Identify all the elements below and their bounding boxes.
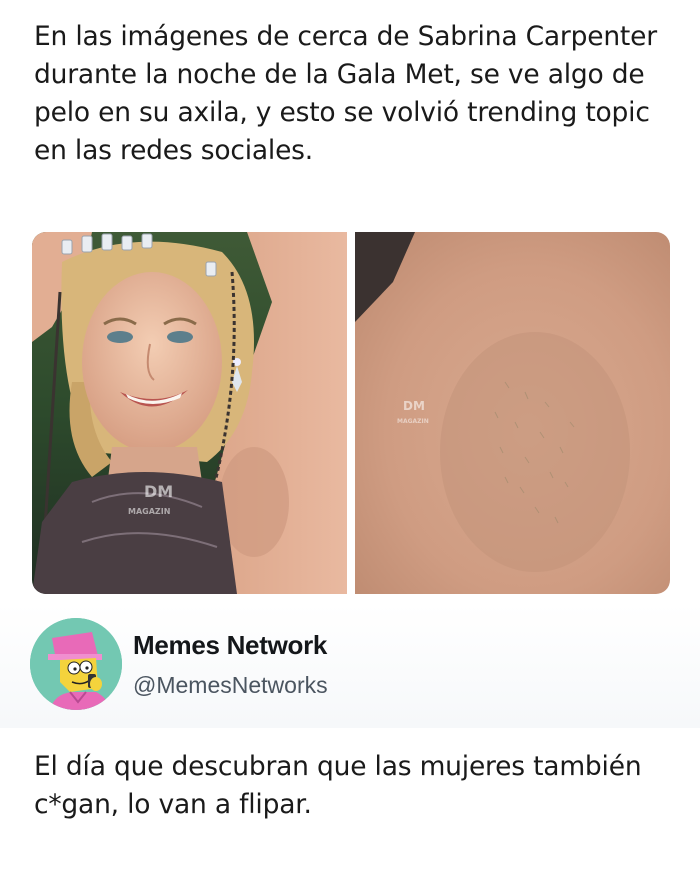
closeup-photo-face[interactable]: DM MAGAZIN (32, 232, 347, 594)
photo-collage[interactable]: DM MAGAZIN DM MAGAZIN (32, 232, 670, 594)
watermark-name-right: MAGAZIN (397, 418, 429, 425)
watermark-logo-right: DM (403, 399, 425, 413)
display-name[interactable]: Memes Network (133, 630, 327, 661)
watermark-logo: DM (144, 482, 173, 501)
avatar[interactable] (30, 618, 122, 710)
tweet-text: El día que descubran que las mujeres tam… (34, 751, 642, 820)
watermark-name: MAGAZIN (128, 507, 170, 516)
closeup-photo-armpit[interactable]: DM MAGAZIN (355, 232, 670, 594)
post-caption: En las imágenes de cerca de Sabrina Carp… (34, 21, 657, 166)
user-handle[interactable]: @MemesNetworks (133, 672, 328, 699)
